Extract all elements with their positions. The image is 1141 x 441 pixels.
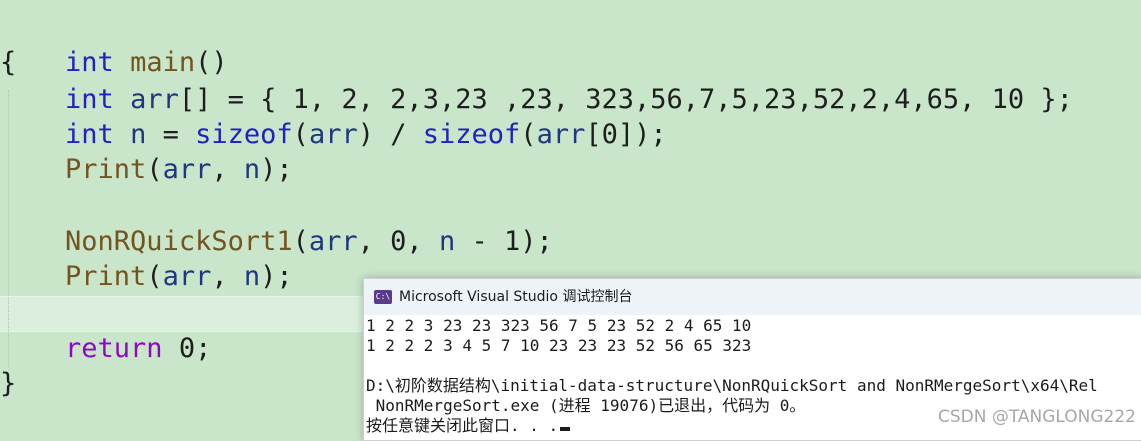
variable-arr: arr	[308, 119, 358, 150]
code-op: =	[146, 119, 196, 150]
console-title: Microsoft Visual Studio 调试控制台	[399, 289, 633, 305]
console-line: 1 2 2 2 3 4 5 7 10 23 23 23 52 56 65 323	[366, 336, 752, 355]
variable-arr: arr	[162, 154, 212, 185]
code-line-11: }	[0, 368, 17, 399]
code-line-4: int n = sizeof(arr) / sizeof(arr[0]);	[0, 117, 667, 153]
code-line-7: NonRQuickSort1(arr, 0, n - 1);	[0, 224, 553, 260]
code-punct: 0;	[162, 333, 212, 364]
code-punct: );	[260, 154, 293, 185]
keyword-sizeof: sizeof	[422, 119, 521, 150]
variable-n: n	[130, 119, 147, 150]
keyword-sizeof: sizeof	[195, 119, 293, 150]
code-punct: (	[292, 226, 309, 257]
code-punct: [0]);	[585, 119, 667, 150]
code-punct: , 0,	[357, 226, 439, 257]
function-print: Print	[65, 154, 147, 185]
console-prompt-text: 按任意键关闭此窗口. . .	[366, 416, 559, 435]
code-line-5: Print(arr, n);	[0, 152, 293, 188]
code-line-8: Print(arr, n);	[0, 259, 293, 295]
code-line-3: int arr[] = { 1, 2, 2,3,23 ,23, 323,56,7…	[0, 82, 1073, 118]
code-punct: ,	[211, 261, 244, 292]
variable-arr: arr	[130, 84, 179, 115]
console-output[interactable]: 1 2 2 3 23 23 323 56 7 5 23 52 2 4 65 10…	[364, 315, 1141, 440]
code-punct: ) /	[357, 119, 423, 150]
debug-console-window[interactable]: C:\ Microsoft Visual Studio 调试控制台 1 2 2 …	[363, 278, 1141, 441]
console-app-icon: C:\	[374, 290, 392, 304]
code-line-1: int main()	[0, 9, 228, 78]
variable-arr: arr	[308, 226, 358, 257]
watermark: CSDN @TANGLONG222	[937, 407, 1136, 427]
code-punct: );	[260, 261, 293, 292]
code-punct: (	[520, 119, 537, 150]
console-titlebar[interactable]: C:\ Microsoft Visual Studio 调试控制台	[364, 279, 1141, 316]
keyword-int: int	[65, 84, 114, 115]
code-punct: (	[146, 154, 163, 185]
text-cursor	[560, 427, 571, 431]
variable-arr: arr	[162, 261, 212, 292]
keyword-return: return	[65, 333, 163, 364]
variable-n: n	[243, 261, 261, 292]
console-line-prompt: 按任意键关闭此窗口. . .	[366, 416, 571, 436]
console-line: NonRMergeSort.exe (进程 19076)已退出，代码为 0。	[366, 396, 806, 415]
code-punct: ,	[211, 154, 244, 185]
code-punct: (	[146, 261, 163, 292]
code-punct: ()	[195, 47, 228, 78]
keyword-int: int	[65, 119, 114, 150]
code-punct: (	[292, 119, 309, 150]
function-nonrquicksort1: NonRQuickSort1	[65, 226, 293, 257]
code-line-10: return 0;	[0, 331, 211, 367]
console-line: D:\初阶数据结构\initial-data-structure\NonRQui…	[366, 376, 1098, 395]
variable-n: n	[438, 226, 456, 257]
array-initializer: [] = { 1, 2, 2,3,23 ,23, 323,56,7,5,23,5…	[178, 84, 1073, 115]
function-main: main	[130, 47, 196, 78]
keyword-int: int	[65, 47, 114, 78]
function-print: Print	[65, 261, 147, 292]
code-punct: - 1);	[455, 226, 553, 257]
variable-arr: arr	[536, 119, 586, 150]
console-line: 1 2 2 3 23 23 323 56 7 5 23 52 2 4 65 10	[366, 316, 752, 335]
variable-n: n	[243, 154, 261, 185]
code-line-2: {	[0, 47, 17, 78]
